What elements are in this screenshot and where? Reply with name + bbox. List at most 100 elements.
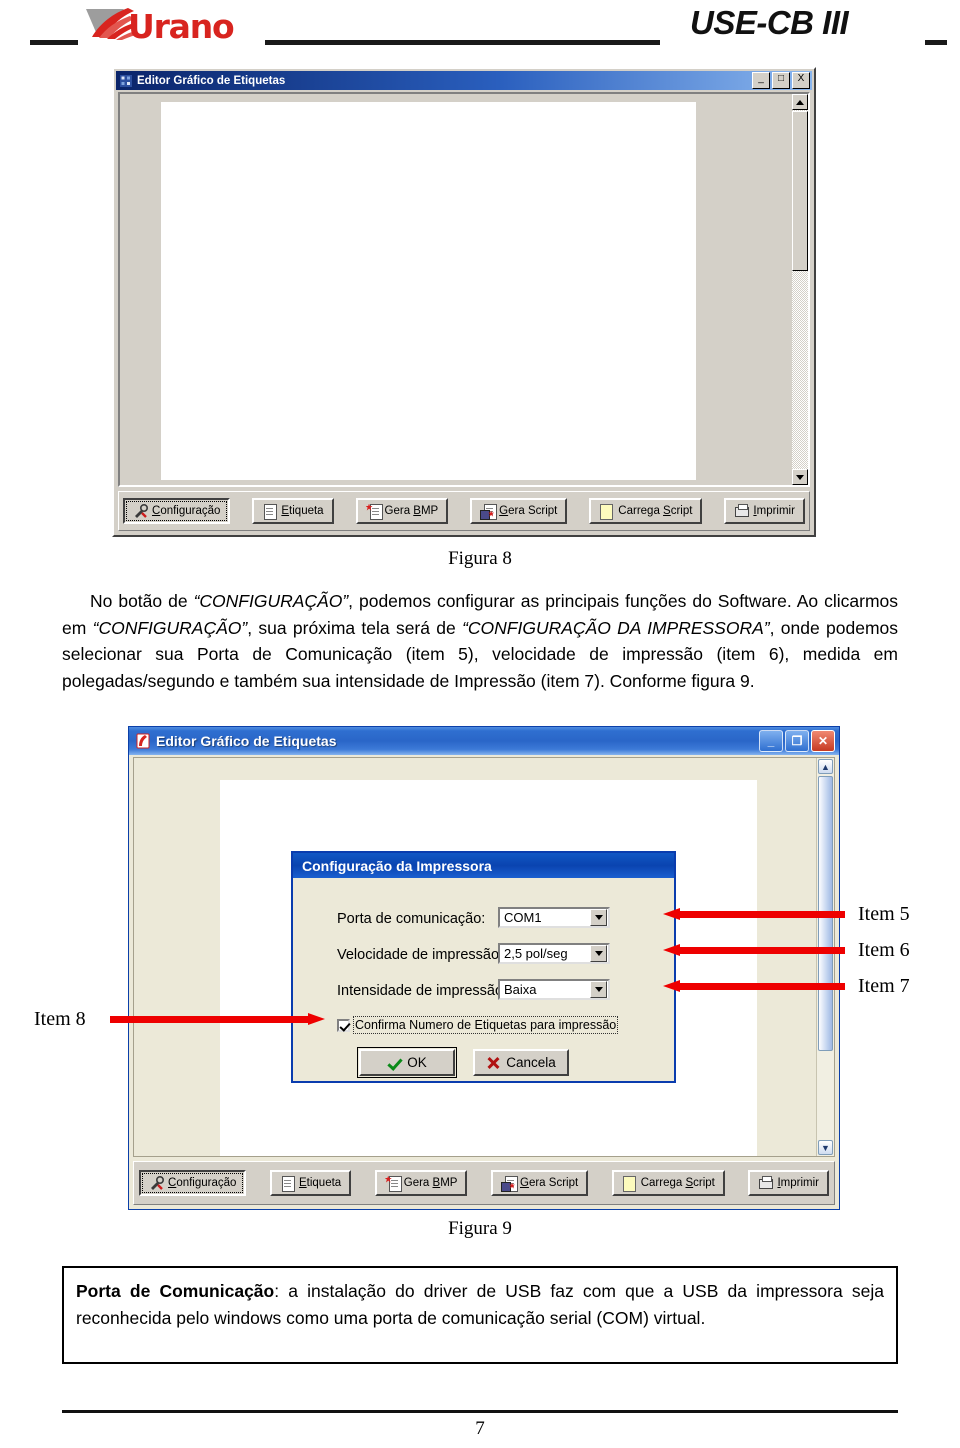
toolbar-button-etiqueta[interactable]: Etiqueta — [269, 1170, 352, 1196]
figure-8-caption: Figura 8 — [448, 548, 512, 569]
select-value: 2,5 pol/seg — [504, 946, 568, 961]
window-titlebar[interactable]: Editor Gráfico de Etiquetas _ □ X — [116, 71, 812, 90]
para-text-a: No botão de — [90, 591, 194, 611]
scroll-up-arrow-icon[interactable]: ▲ — [818, 759, 833, 774]
toolbar-button-gera-script[interactable]: Gera Script — [491, 1170, 589, 1196]
toolbar-button-configuracao[interactable]: Configuração — [123, 498, 231, 524]
para-quote-3: “CONFIGURAÇÃO DA IMPRESSORA” — [462, 617, 770, 638]
dialog-body: Porta de comunicação: COM1 Velocidade de… — [293, 878, 674, 1081]
load-script-icon — [622, 1175, 637, 1192]
document-page: Urano USE-CB III Editor Gráfico de Etiqu… — [0, 0, 960, 1448]
document-icon — [262, 503, 278, 520]
figure-9-caption: Figura 9 — [448, 1218, 512, 1239]
ok-button[interactable]: OK — [357, 1047, 457, 1078]
chevron-down-icon[interactable] — [590, 945, 607, 962]
chevron-down-icon[interactable] — [590, 909, 607, 926]
minimize-button[interactable]: _ — [759, 730, 783, 752]
field-label-intensidade: Intensidade de impressão: — [337, 983, 508, 999]
window-title: Editor Gráfico de Etiquetas — [156, 733, 337, 749]
window-controls: _ ❐ ✕ — [759, 730, 839, 752]
para-quote-2: “CONFIGURAÇÃO” — [92, 617, 248, 638]
toolbar-button-etiqueta[interactable]: Etiqueta — [252, 498, 334, 524]
toolbar-button-imprimir[interactable]: Imprimir — [748, 1170, 829, 1196]
window-title: Editor Gráfico de Etiquetas — [137, 74, 286, 87]
ok-button-label: OK — [407, 1055, 427, 1070]
para-text-c: , sua próxima tela será de — [247, 617, 463, 638]
product-title: USE-CB III — [690, 4, 849, 41]
dialog-title: Configuração da Impressora — [302, 857, 492, 874]
toolbar-button-label: Imprimir — [777, 1177, 819, 1189]
app-icon — [135, 733, 151, 749]
porta-de-comunicacao-select[interactable]: COM1 — [498, 907, 610, 928]
para-quote-1: “CONFIGURAÇÃO” — [193, 591, 349, 611]
toolbar-button-label: Carrega Script — [640, 1177, 715, 1189]
chevron-down-icon[interactable] — [590, 981, 607, 998]
header-rule-right — [925, 40, 947, 45]
maximize-button[interactable]: ❐ — [785, 730, 809, 752]
annotation-label-item-5: Item 5 — [858, 903, 910, 925]
printer-icon — [734, 503, 750, 519]
scrollbar-thumb[interactable] — [792, 111, 808, 271]
vertical-scrollbar[interactable] — [792, 94, 808, 485]
editor-toolbar: Configuração Etiqueta Gera BMP Gera Scri… — [133, 1161, 835, 1205]
confirma-numero-etiquetas-checkbox[interactable]: Confirma Numero de Etiquetas para impres… — [337, 1016, 619, 1034]
annotation-arrow-item-5 — [663, 908, 845, 921]
scroll-down-arrow-icon[interactable]: ▼ — [818, 1140, 833, 1155]
check-icon — [387, 1056, 401, 1070]
toolbar-button-label: Etiqueta — [298, 1177, 342, 1189]
scroll-up-arrow-icon[interactable] — [792, 94, 808, 110]
toolbar-button-gera-bmp[interactable]: Gera BMP — [374, 1170, 468, 1196]
toolbar-button-carrega-script[interactable]: Carrega Script — [611, 1170, 725, 1196]
urano-logo-text: Urano — [128, 7, 235, 46]
label-canvas[interactable] — [161, 102, 696, 480]
annotation-arrow-item-8 — [110, 1013, 325, 1026]
checkbox-label: Confirma Numero de Etiquetas para impres… — [352, 1016, 619, 1034]
toolbar-button-label: Imprimir — [753, 505, 795, 517]
intensidade-de-impressao-select[interactable]: Baixa — [498, 979, 610, 1000]
window-titlebar[interactable]: Editor Gráfico de Etiquetas _ ❐ ✕ — [129, 727, 839, 755]
checkbox-box-icon[interactable] — [337, 1018, 350, 1032]
load-script-icon — [599, 503, 614, 520]
vertical-scrollbar[interactable]: ▲ ▼ — [816, 758, 834, 1156]
toolbar-button-gera-script[interactable]: Gera Script — [470, 498, 568, 524]
x-icon — [486, 1056, 500, 1070]
annotation-label-item-7: Item 7 — [858, 975, 910, 997]
window-client-area — [118, 92, 810, 487]
annotation-arrow-item-7 — [663, 980, 845, 993]
annotation-label-item-8: Item 8 — [34, 1008, 86, 1030]
header-rule-center — [265, 40, 660, 45]
close-button[interactable]: ✕ — [811, 730, 835, 752]
maximize-button[interactable]: □ — [772, 72, 790, 89]
cancela-button-label: Cancela — [506, 1055, 556, 1070]
toolbar-button-label: Configuração — [152, 505, 221, 517]
note-box: Porta de Comunicação: a instalação do dr… — [62, 1266, 898, 1364]
toolbar-button-label: Gera BMP — [403, 1177, 458, 1189]
close-button[interactable]: X — [792, 72, 810, 89]
annotation-arrow-item-6 — [663, 944, 845, 957]
toolbar-button-imprimir[interactable]: Imprimir — [724, 498, 805, 524]
dialog-titlebar[interactable]: Configuração da Impressora — [293, 853, 674, 878]
cancela-button[interactable]: Cancela — [473, 1049, 569, 1076]
field-label-velocidade: Velocidade de impressão: — [337, 947, 504, 963]
annotation-label-item-6: Item 6 — [858, 939, 910, 961]
toolbar-button-label: Gera Script — [520, 1177, 579, 1189]
velocidade-de-impressao-select[interactable]: 2,5 pol/seg — [498, 943, 610, 964]
minimize-button[interactable]: _ — [752, 72, 770, 89]
printer-configuration-dialog: Configuração da Impressora Porta de comu… — [291, 851, 676, 1083]
select-value: Baixa — [504, 982, 537, 997]
toolbar-button-gera-bmp[interactable]: Gera BMP — [355, 498, 449, 524]
wrench-icon — [149, 1175, 165, 1191]
bmp-icon — [384, 1175, 402, 1192]
document-icon — [280, 1175, 295, 1192]
toolbar-button-configuracao[interactable]: Configuração — [139, 1170, 247, 1196]
toolbar-button-label: Gera BMP — [384, 505, 439, 517]
editor-toolbar: Configuração Etiqueta Gera BMP Gera Scri… — [118, 491, 810, 531]
note-bold-lead: Porta de Comunicação — [76, 1281, 275, 1301]
window-controls: _ □ X — [752, 72, 812, 89]
urano-logo: Urano — [84, 6, 274, 50]
toolbar-button-carrega-script[interactable]: Carrega Script — [589, 498, 703, 524]
scroll-down-arrow-icon[interactable] — [792, 469, 808, 485]
wrench-icon — [133, 503, 149, 519]
toolbar-button-label: Gera Script — [499, 505, 558, 517]
app-icon — [119, 74, 133, 88]
